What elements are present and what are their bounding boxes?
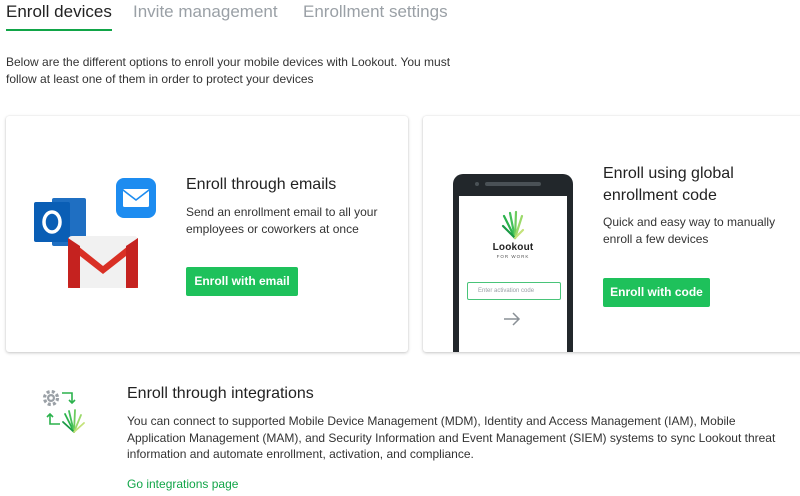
phone-brand-name: Lookout (492, 242, 534, 253)
integrations-description: You can connect to supported Mobile Devi… (127, 414, 776, 461)
enroll-with-code-button[interactable]: Enroll with code (603, 278, 710, 307)
tab-enroll-devices[interactable]: Enroll devices (6, 0, 112, 31)
intro-text: Below are the different options to enrol… (6, 55, 451, 86)
email-card-title: Enroll through emails (186, 176, 337, 193)
arrow-right-icon (504, 312, 521, 326)
tab-enrollment-settings[interactable]: Enrollment settings (303, 0, 448, 24)
phone-screen: Lookout FOR WORK Enter activation code (459, 196, 567, 352)
phone-brand-subtitle: FOR WORK (496, 254, 530, 259)
email-card-description: Send an enrollment email to all your emp… (186, 205, 378, 236)
enroll-with-email-button[interactable]: Enroll with email (186, 267, 298, 296)
phone-speaker-icon (485, 182, 541, 186)
phone-camera-icon (475, 182, 479, 186)
integrations-icon (42, 389, 85, 433)
tab-bar: Enroll devices Invite management Enrollm… (0, 0, 800, 34)
integrations-title: Enroll through integrations (127, 385, 314, 402)
enroll-email-card: Enroll through emails Send an enrollment… (6, 116, 408, 352)
email-apps-illustration (34, 178, 156, 288)
gmail-icon (68, 236, 138, 288)
tab-invite-management[interactable]: Invite management (133, 0, 278, 24)
lookout-logo-icon (501, 210, 525, 240)
activation-code-field: Enter activation code (467, 282, 561, 300)
lookout-logo-icon (62, 409, 85, 433)
code-card-title: Enroll using global enrollment code (603, 165, 734, 204)
enroll-code-card: Lookout FOR WORK Enter activation code E… (423, 116, 800, 352)
gear-icon (42, 389, 60, 407)
code-card-description: Quick and easy way to manually enroll a … (603, 215, 776, 246)
apple-mail-icon (116, 178, 156, 218)
phone-illustration: Lookout FOR WORK Enter activation code (453, 174, 573, 352)
go-integrations-page-link[interactable]: Go integrations page (127, 476, 238, 492)
